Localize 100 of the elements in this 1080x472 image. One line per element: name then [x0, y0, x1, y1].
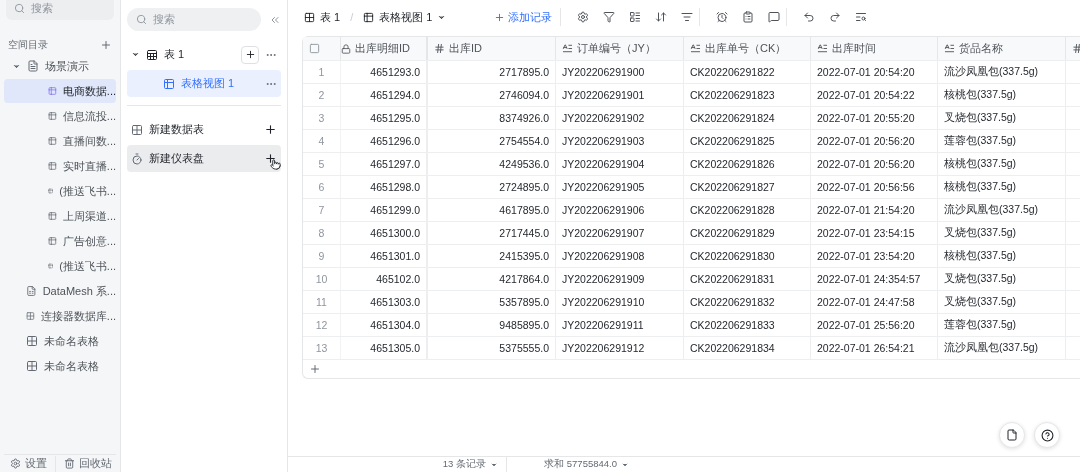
column-header[interactable]: 出库时间: [832, 41, 876, 56]
clipboard-icon[interactable]: [742, 11, 755, 23]
add-icon[interactable]: [264, 152, 277, 165]
select-all-checkbox[interactable]: [309, 43, 320, 54]
hand-cursor-icon: [270, 159, 281, 170]
sidebar-item[interactable]: 直播间数...: [4, 129, 116, 153]
caret-icon[interactable]: [131, 50, 140, 59]
table-cell: 2754554.0: [428, 130, 556, 152]
table-cell: 5357895.0: [428, 291, 556, 313]
view-item[interactable]: 表格视图 1: [127, 70, 281, 97]
table-cell: CK202206291829: [684, 222, 811, 244]
grid-view-icon: [363, 11, 375, 23]
sidebar-item[interactable]: 信息流投...: [4, 104, 116, 128]
row-number: 4: [303, 130, 341, 152]
grid-view-icon: [163, 77, 175, 90]
trash-icon: [64, 458, 75, 469]
table-cell: 2022-07-01 20:56:20: [811, 153, 938, 175]
alarm-clock-icon[interactable]: [716, 11, 729, 23]
group-icon[interactable]: [629, 11, 642, 23]
table-icon: [304, 11, 315, 23]
table-icon: [26, 310, 35, 322]
sidebar-item[interactable]: 上周渠道...: [4, 204, 116, 228]
table-cell: 2022-07-01 23:54:20: [811, 245, 938, 267]
filter-icon[interactable]: [603, 11, 616, 23]
add-row-icon[interactable]: [309, 363, 321, 375]
breadcrumb-table[interactable]: 表 1: [304, 9, 341, 25]
table-cell: JY202206291910: [556, 291, 684, 313]
table-cell: 2022-07-01 20:56:56: [811, 176, 938, 198]
table-cell: 8374926.0: [428, 107, 556, 129]
sidebar-item[interactable]: 广告创意...: [4, 229, 116, 253]
add-button[interactable]: [241, 45, 259, 64]
table-cell: JY202206291908: [556, 245, 684, 267]
row-number: 8: [303, 222, 341, 244]
table-cell: CK202206291825: [684, 130, 811, 152]
table-cell: CK202206291830: [684, 245, 811, 267]
number-field-icon: [434, 43, 445, 54]
add-icon: [244, 49, 256, 60]
sidebar-item[interactable]: 未命名表格: [4, 329, 116, 353]
table-cell: 核桃包(337.5g): [938, 153, 1066, 175]
sidebar-item[interactable]: 电商数据...: [4, 79, 116, 103]
sort-icon[interactable]: [655, 11, 668, 23]
column-header[interactable]: 订单编号（JY）: [577, 41, 656, 56]
settings-button[interactable]: 设置: [10, 456, 47, 471]
table-cell: 4217864.0: [428, 268, 556, 290]
sidebar-item[interactable]: 未命名表格: [4, 354, 116, 378]
table-cell: 核桃包(337.5g): [938, 176, 1066, 198]
create-item[interactable]: 新建仪表盘: [127, 145, 281, 172]
table-cell: CK202206291833: [684, 314, 811, 336]
add-record-button[interactable]: 添加记录: [494, 8, 562, 26]
document-button[interactable]: [999, 422, 1025, 448]
table-cell: 2022-07-01 24:47:58: [811, 291, 938, 313]
table-icon: [26, 335, 38, 347]
column-header[interactable]: 出库ID: [449, 41, 482, 56]
table-cell: 2717895.0: [428, 61, 556, 83]
table-cell: CK202206291828: [684, 199, 811, 221]
view-selector[interactable]: 表格视图 1: [363, 9, 447, 25]
table-cell: 4617895.0: [428, 199, 556, 221]
table-cell: 叉烧包(337.5g): [938, 291, 1066, 313]
row-number: 12: [303, 314, 341, 336]
dashboard-icon: [131, 152, 143, 165]
search-icon[interactable]: [855, 11, 868, 23]
settings-icon[interactable]: [577, 11, 590, 23]
redo-icon[interactable]: [829, 11, 842, 23]
sidebar-item[interactable]: (推送飞书...: [4, 179, 116, 203]
sidebar-item[interactable]: 实时直播...: [4, 154, 116, 178]
column-header[interactable]: 出库单号（CK）: [705, 41, 787, 56]
table-cell: 2724895.0: [428, 176, 556, 198]
record-count[interactable]: 13 条记录: [366, 458, 506, 471]
spreadsheet-icon: [26, 285, 37, 297]
row-number: 9: [303, 245, 341, 267]
trash-button[interactable]: 回收站: [64, 456, 112, 471]
table-cell: JY202206291902: [556, 107, 684, 129]
table-cell: JY202206291904: [556, 153, 684, 175]
document-icon: [1006, 429, 1018, 441]
create-item[interactable]: 新建数据表: [127, 116, 281, 143]
table-cell: 莲蓉包(337.5g): [938, 130, 1066, 152]
lock-icon: [341, 43, 351, 54]
row-number: 11: [303, 291, 341, 313]
sidebar-item[interactable]: 连接器数据库...: [4, 304, 116, 328]
help-button[interactable]: [1034, 422, 1060, 448]
sidebar-item[interactable]: DataMesh 系...: [4, 279, 116, 303]
text-field-icon: [690, 43, 701, 54]
table-cell: 核桃包(337.5g): [938, 245, 1066, 267]
tree-item[interactable]: 表 1: [127, 41, 281, 68]
table-cell: 2022-07-01 23:54:15: [811, 222, 938, 244]
column-header[interactable]: 货品名称: [959, 41, 1003, 56]
table-cell: JY202206291907: [556, 222, 684, 244]
add-icon[interactable]: [264, 123, 277, 136]
table-cell: 2022-07-01 26:54:21: [811, 337, 938, 359]
column-header[interactable]: 出库明细ID: [355, 41, 410, 56]
table-cell: 2022-07-01 25:56:20: [811, 314, 938, 336]
undo-icon[interactable]: [803, 11, 816, 23]
row-number: 13: [303, 337, 341, 359]
sum-summary[interactable]: 求和 57755844.0: [507, 458, 637, 471]
comment-icon[interactable]: [768, 11, 781, 23]
table-cell: CK202206291832: [684, 291, 811, 313]
table-cell: 2717445.0: [428, 222, 556, 244]
table-cell: 流沙凤凰包(337.5g): [938, 61, 1066, 83]
sidebar-item[interactable]: 场景演示: [4, 54, 116, 78]
sidebar-item[interactable]: (推送飞书...: [4, 254, 116, 278]
